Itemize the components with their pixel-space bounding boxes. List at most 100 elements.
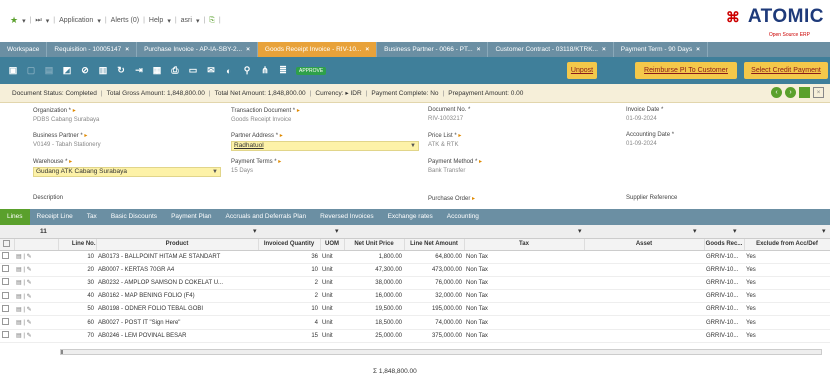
document-icon[interactable]: ▤ xyxy=(16,294,22,300)
tab-goods-receipt-invoice[interactable]: Goods Receipt Invoice - RIV-10... × xyxy=(257,42,378,57)
cell-line-no[interactable]: 50 xyxy=(58,302,96,317)
edit-pencil-icon[interactable]: ✎ xyxy=(27,333,32,339)
tab-payment-term[interactable]: Payment Term - 90 Days × xyxy=(614,42,708,57)
edit-pencil-icon[interactable]: ✎ xyxy=(27,267,32,273)
transaction-document-field[interactable]: Goods Receipt Invoice xyxy=(231,117,300,123)
cell-exclude-acc-def[interactable]: Yes xyxy=(744,276,830,291)
cell-line-no[interactable]: 20 xyxy=(58,263,96,277)
attachment-icon[interactable]: ▦ xyxy=(151,65,163,77)
export-icon[interactable]: ⇥ xyxy=(133,65,145,77)
cell-line-net-amount[interactable]: 32,000.00 xyxy=(404,289,464,304)
row-checkbox[interactable] xyxy=(0,315,14,330)
chevron-down-icon[interactable]: ▾ xyxy=(253,227,257,235)
chevron-down-icon[interactable]: ▾ xyxy=(22,17,26,25)
cell-net-unit-price[interactable]: 16,000.00 xyxy=(344,289,404,304)
chevron-down-icon[interactable]: ▾ xyxy=(822,227,826,235)
help-menu[interactable]: Help xyxy=(149,17,163,24)
cell-goods-receipt[interactable]: GRRIV-10... xyxy=(704,329,744,343)
cell-goods-receipt[interactable]: GRRIV-10... xyxy=(704,289,744,304)
cell-uom[interactable]: Unit xyxy=(320,289,344,304)
invoice-date-field[interactable]: 01-09-2024 xyxy=(626,116,663,122)
col-tax[interactable]: Tax xyxy=(464,239,585,251)
close-icon[interactable]: × xyxy=(125,46,129,53)
cell-net-unit-price[interactable]: 18,500.00 xyxy=(344,315,404,330)
tab-customer-contract[interactable]: Customer Contract - 03118/KTRK... × xyxy=(488,42,614,57)
cell-product[interactable]: AB0007 - KERTAS 70GR A4 xyxy=(96,263,258,277)
tab-workspace[interactable]: Workspace xyxy=(0,42,48,57)
alerts-menu[interactable]: Alerts (0) xyxy=(111,17,139,24)
printer-icon[interactable]: ▭ xyxy=(187,65,199,77)
cell-line-no[interactable]: 30 xyxy=(58,276,96,291)
cell-asset[interactable] xyxy=(584,315,704,330)
col-line-no[interactable]: Line No. xyxy=(58,239,97,251)
cell-tax[interactable]: Non Tax xyxy=(464,276,584,291)
cell-asset[interactable] xyxy=(584,289,704,304)
payment-terms-field[interactable]: 15 Days xyxy=(231,168,281,174)
cell-uom[interactable]: Unit xyxy=(320,276,344,291)
tab-exchange-rates[interactable]: Exchange rates xyxy=(381,209,440,225)
cell-net-unit-price[interactable]: 19,500.00 xyxy=(344,302,404,317)
col-net-unit-price[interactable]: Net Unit Price xyxy=(344,239,405,251)
table-row[interactable]: ▤ | ✎ 70 AB0246 - LEM POVINAL BESAR 15 Unit 2… xyxy=(0,329,830,343)
cell-product[interactable]: AB0173 - BALLPOINT HITAM AE STANDART xyxy=(96,250,258,264)
row-actions[interactable]: ▤ | ✎ xyxy=(14,302,58,317)
unpost-button[interactable]: Unpost xyxy=(567,62,597,79)
cell-net-unit-price[interactable]: 38,000.00 xyxy=(344,276,404,291)
document-icon[interactable]: ▤ xyxy=(16,280,22,286)
cell-goods-receipt[interactable]: GRRIV-10... xyxy=(704,276,744,291)
close-icon[interactable]: × xyxy=(813,87,824,98)
row-checkbox[interactable] xyxy=(0,289,14,304)
row-actions[interactable]: ▤ | ✎ xyxy=(14,329,58,343)
new-document-icon[interactable]: ▣ xyxy=(7,65,19,77)
cell-line-net-amount[interactable]: 64,800.00 xyxy=(404,250,464,264)
application-menu[interactable]: Application xyxy=(59,17,93,24)
cell-tax[interactable]: Non Tax xyxy=(464,329,584,343)
row-actions[interactable]: ▤ | ✎ xyxy=(14,315,58,330)
close-icon[interactable]: × xyxy=(365,46,369,53)
tab-payment-plan[interactable]: Payment Plan xyxy=(164,209,218,225)
table-row[interactable]: ▤ | ✎ 20 AB0007 - KERTAS 70GR A4 10 Unit 47,3… xyxy=(0,263,830,277)
audit-icon[interactable]: ◐ xyxy=(223,65,235,77)
table-row[interactable]: ▤ | ✎ 40 AB0162 - MAP BENING FOLIO (F4) 2 Un… xyxy=(0,289,830,304)
row-checkbox[interactable] xyxy=(0,263,14,277)
print-icon[interactable]: ⎙ xyxy=(169,65,181,77)
price-list-field[interactable]: ATK & RTK xyxy=(428,142,461,148)
cell-product[interactable]: AB0232 - AMPLOP SAMSON D COKELAT U... xyxy=(96,276,258,291)
chevron-down-icon[interactable]: ▾ xyxy=(693,227,697,235)
cell-tax[interactable]: Non Tax xyxy=(464,315,584,330)
close-icon[interactable]: × xyxy=(246,46,250,53)
chevron-down-icon[interactable]: ▾ xyxy=(335,227,339,235)
tree-icon[interactable]: ⋔ xyxy=(259,65,271,77)
document-icon[interactable]: ▤ xyxy=(16,254,22,260)
cell-product[interactable]: AB0246 - LEM POVINAL BESAR xyxy=(96,329,258,343)
table-row[interactable]: ▤ | ✎ 10 AB0173 - BALLPOINT HITAM AE STAND… xyxy=(0,250,830,264)
table-row[interactable]: ▤ | ✎ 50 AB0198 - ODNER FOLIO TEBAL GOBI 10… xyxy=(0,302,830,317)
cell-invoiced-quantity[interactable]: 10 xyxy=(258,263,320,277)
tab-accruals[interactable]: Accruals and Deferrals Plan xyxy=(219,209,314,225)
tab-tax[interactable]: Tax xyxy=(80,209,104,225)
tab-purchase-invoice[interactable]: Purchase Invoice - AP-IA-SBY-2... × xyxy=(137,42,258,57)
previous-icon[interactable]: ‹ xyxy=(771,87,782,98)
table-row[interactable]: ▤ | ✎ 60 AB0027 - POST IT "Sign Here" 4 Unit… xyxy=(0,315,830,330)
select-all-checkbox[interactable] xyxy=(0,239,15,251)
accounting-date-field[interactable]: 01-09-2024 xyxy=(626,141,674,147)
cell-exclude-acc-def[interactable]: Yes xyxy=(744,289,830,304)
edit-pencil-icon[interactable]: ✎ xyxy=(27,307,32,313)
chevron-down-icon[interactable]: ▼ xyxy=(212,168,218,176)
cell-goods-receipt[interactable]: GRRIV-10... xyxy=(704,250,744,264)
cell-tax[interactable]: Non Tax xyxy=(464,289,584,304)
cell-line-no[interactable]: 10 xyxy=(58,250,96,264)
cell-goods-receipt[interactable]: GRRIV-10... xyxy=(704,302,744,317)
logout-icon[interactable]: ⎘ xyxy=(209,17,215,25)
cell-line-net-amount[interactable]: 473,000.00 xyxy=(404,263,464,277)
cell-uom[interactable]: Unit xyxy=(320,315,344,330)
horizontal-scrollbar[interactable] xyxy=(60,349,822,355)
cell-uom[interactable]: Unit xyxy=(320,302,344,317)
save-close-icon[interactable]: ◩ xyxy=(61,65,73,77)
col-product[interactable]: Product xyxy=(96,239,259,251)
cell-line-net-amount[interactable]: 375,000.00 xyxy=(404,329,464,343)
chevron-down-icon[interactable]: ▼ xyxy=(410,142,416,150)
row-actions[interactable]: ▤ | ✎ xyxy=(14,276,58,291)
payment-method-field[interactable]: Bank Transfer xyxy=(428,168,482,174)
edit-pencil-icon[interactable]: ✎ xyxy=(27,254,32,260)
